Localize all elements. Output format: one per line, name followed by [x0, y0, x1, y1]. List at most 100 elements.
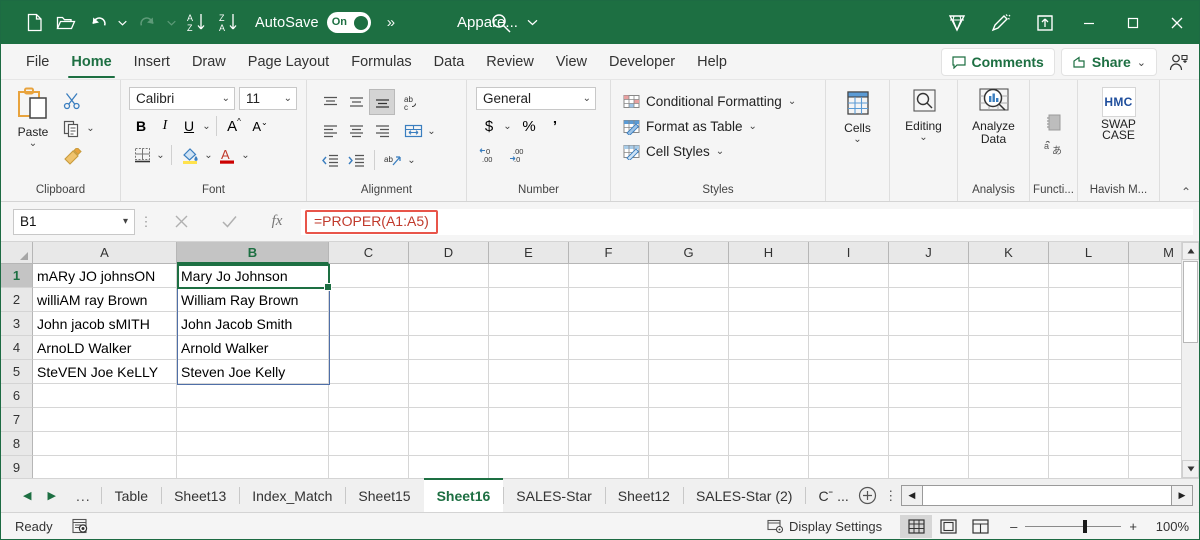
normal-view-icon[interactable]: [900, 514, 933, 538]
cell-K7[interactable]: [969, 408, 1049, 432]
cell-E6[interactable]: [489, 384, 569, 408]
comma-style-button[interactable]: ’: [542, 113, 568, 139]
cell-D3[interactable]: [409, 312, 489, 336]
align-center-icon[interactable]: [343, 118, 369, 144]
cell-F2[interactable]: [569, 288, 649, 312]
share-person-icon[interactable]: [1163, 48, 1193, 76]
borders-icon[interactable]: [129, 142, 155, 168]
vertical-scrollbar[interactable]: [1181, 242, 1199, 478]
select-all-corner[interactable]: [1, 242, 33, 264]
cell-D5[interactable]: [409, 360, 489, 384]
column-header-A[interactable]: A: [33, 242, 177, 264]
cell-A8[interactable]: [33, 432, 177, 456]
comments-button[interactable]: Comments: [940, 48, 1055, 76]
formula-input[interactable]: =PROPER(A1:A5): [301, 208, 1193, 235]
add-sheet-button[interactable]: [853, 479, 883, 512]
autosave-control[interactable]: AutoSave On: [255, 12, 371, 33]
cell-D2[interactable]: [409, 288, 489, 312]
font-family-caret-icon[interactable]: ⌄: [222, 93, 230, 104]
underline-button[interactable]: U: [177, 113, 201, 139]
borders-caret-icon[interactable]: ⌄: [155, 150, 166, 161]
cell-B6[interactable]: [177, 384, 329, 408]
paste-caret-icon[interactable]: ⌄: [29, 139, 37, 149]
align-right-icon[interactable]: [369, 118, 395, 144]
cell-E5[interactable]: [489, 360, 569, 384]
insert-function-icon[interactable]: fx: [253, 209, 301, 235]
text-rotation-caret-icon[interactable]: ⌄: [406, 155, 417, 166]
align-bottom-icon[interactable]: [369, 89, 395, 115]
font-color-caret-icon[interactable]: ⌄: [240, 150, 251, 161]
tab-help[interactable]: Help: [686, 45, 738, 79]
cell-K2[interactable]: [969, 288, 1049, 312]
cell-C8[interactable]: [329, 432, 409, 456]
cell-I4[interactable]: [809, 336, 889, 360]
collapse-ribbon-icon[interactable]: ⌃: [1181, 185, 1191, 199]
tab-developer[interactable]: Developer: [598, 45, 686, 79]
sheet-tab-sheet13[interactable]: Sheet13: [161, 479, 239, 512]
cell-J6[interactable]: [889, 384, 969, 408]
sheet-tab-table[interactable]: Table: [102, 479, 161, 512]
sheet-tab-sales-star-2[interactable]: SALES-Star (2): [682, 479, 805, 512]
analyze-data-button[interactable]: Analyze Data: [964, 85, 1023, 182]
currency-button[interactable]: $: [476, 113, 502, 139]
font-family-select[interactable]: Calibri ⌄: [129, 87, 235, 110]
number-format-select[interactable]: General ⌄: [476, 87, 596, 110]
row-header-2[interactable]: 2: [1, 288, 33, 312]
sheet-tab-index-match[interactable]: Index_Match: [239, 479, 345, 512]
cell-I8[interactable]: [809, 432, 889, 456]
accessibility-check-icon[interactable]: [71, 518, 89, 535]
cell-L4[interactable]: [1049, 336, 1129, 360]
sheet-tab-sheet16[interactable]: Sheet16: [423, 478, 504, 512]
cell-E9[interactable]: [489, 456, 569, 478]
vertical-scroll-track[interactable]: [1182, 344, 1199, 460]
cell-I7[interactable]: [809, 408, 889, 432]
cell-B3[interactable]: John Jacob Smith: [177, 312, 329, 336]
row-header-7[interactable]: 7: [1, 408, 33, 432]
column-header-G[interactable]: G: [649, 242, 729, 264]
cell-A1[interactable]: mARy JO johnsON: [33, 264, 177, 288]
cell-I3[interactable]: [809, 312, 889, 336]
cell-F7[interactable]: [569, 408, 649, 432]
cell-L7[interactable]: [1049, 408, 1129, 432]
cell-D9[interactable]: [409, 456, 489, 478]
row-header-8[interactable]: 8: [1, 432, 33, 456]
cell-L8[interactable]: [1049, 432, 1129, 456]
cell-M5[interactable]: [1129, 360, 1181, 384]
cell-G7[interactable]: [649, 408, 729, 432]
cell-H4[interactable]: [729, 336, 809, 360]
cell-G2[interactable]: [649, 288, 729, 312]
cell-C7[interactable]: [329, 408, 409, 432]
name-box-caret-icon[interactable]: ▾: [123, 216, 128, 227]
percent-button[interactable]: %: [516, 113, 542, 139]
tab-review[interactable]: Review: [475, 45, 545, 79]
cell-K3[interactable]: [969, 312, 1049, 336]
cell-L1[interactable]: [1049, 264, 1129, 288]
cell-G8[interactable]: [649, 432, 729, 456]
pen-highlight-icon[interactable]: [979, 1, 1023, 44]
currency-caret-icon[interactable]: ⌄: [502, 121, 513, 132]
sort-ascending-icon[interactable]: AZ: [181, 8, 211, 38]
cell-B7[interactable]: [177, 408, 329, 432]
cell-C3[interactable]: [329, 312, 409, 336]
cell-I2[interactable]: [809, 288, 889, 312]
increase-decimal-icon[interactable]: 0.00: [476, 141, 506, 167]
hscroll-right-button[interactable]: ▶: [1171, 485, 1193, 506]
tab-formulas[interactable]: Formulas: [340, 45, 422, 79]
sheet-tab-sheet12[interactable]: Sheet12: [604, 479, 683, 512]
column-header-I[interactable]: I: [809, 242, 889, 264]
cell-J5[interactable]: [889, 360, 969, 384]
text-rotation-icon[interactable]: ab: [380, 147, 406, 173]
cell-E8[interactable]: [489, 432, 569, 456]
cell-M6[interactable]: [1129, 384, 1181, 408]
cell-J7[interactable]: [889, 408, 969, 432]
tab-page-layout[interactable]: Page Layout: [237, 45, 340, 79]
cell-H7[interactable]: [729, 408, 809, 432]
scroll-up-button[interactable]: [1182, 242, 1199, 260]
cell-K4[interactable]: [969, 336, 1049, 360]
share-caret-icon[interactable]: ⌄: [1137, 56, 1146, 69]
format-painter-icon[interactable]: [59, 144, 85, 170]
cell-H8[interactable]: [729, 432, 809, 456]
cell-D8[interactable]: [409, 432, 489, 456]
editing-button[interactable]: Editing ⌄: [896, 85, 951, 182]
cell-H2[interactable]: [729, 288, 809, 312]
